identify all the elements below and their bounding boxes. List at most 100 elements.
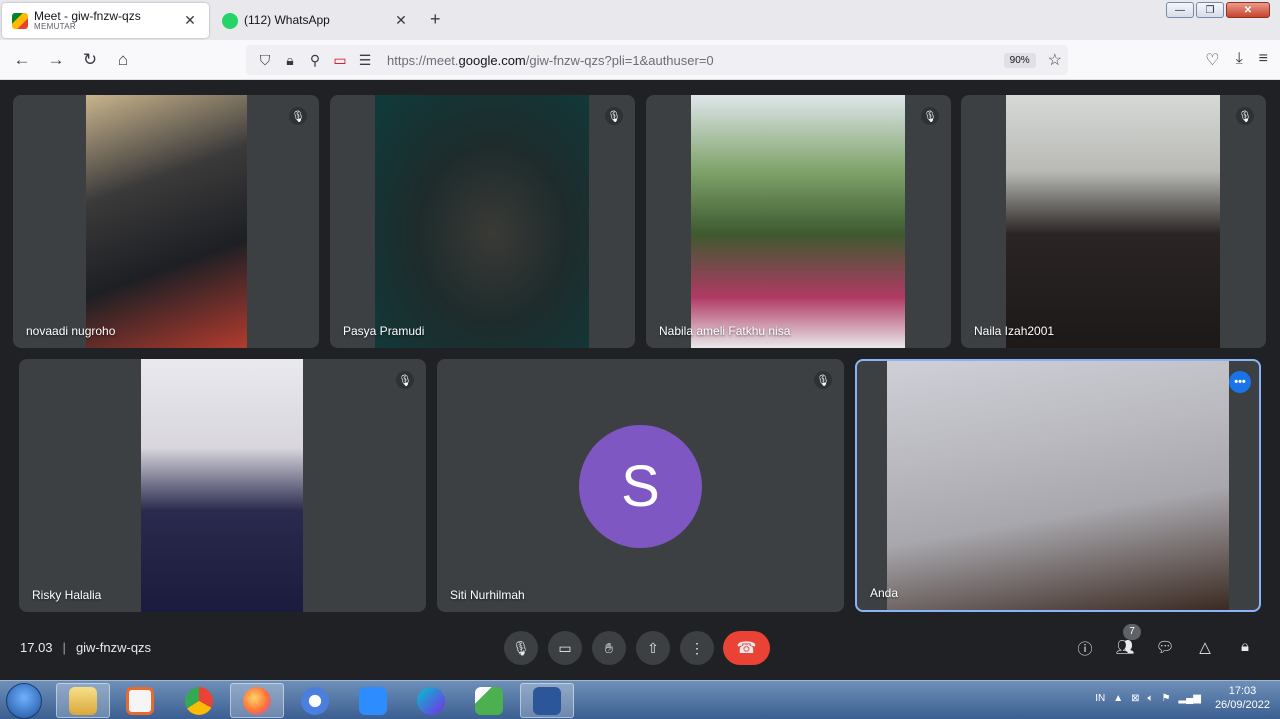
participant-name: Nabila ameli Fatkhu nisa [659,324,791,338]
participant-video [1006,95,1220,348]
window-controls: — ❐ ✕ [1166,2,1270,18]
media-player-icon [126,686,154,715]
hand-icon: ✋︎ [605,639,613,656]
meeting-separator: | [62,640,66,655]
zoom-icon [359,686,387,715]
new-tab-button[interactable]: + [430,9,441,30]
taskbar-media-player[interactable] [113,683,167,718]
taskbar-word[interactable] [520,683,574,718]
self-tile[interactable]: ••• Anda [855,359,1261,612]
canva-icon [417,686,445,715]
microphone-button[interactable]: 🎙︎ [504,631,538,665]
people-icon[interactable]: 👥︎ [1113,638,1137,660]
lock-icon[interactable]: 🔒︎ [279,52,301,69]
camera-button[interactable]: ▭ [548,631,582,665]
participant-video [86,95,247,348]
participant-name: Anda [870,586,899,600]
activities-icon[interactable]: △ [1193,638,1217,660]
app-icon [475,686,503,715]
mic-off-icon: 🎙︎ [605,107,623,125]
system-clock[interactable]: 17:03 26/09/2022 [1215,685,1270,713]
volume-icon[interactable]: 🔈︎ [1148,693,1154,704]
reload-button[interactable]: ↻ [79,50,101,70]
participant-tile[interactable]: 🎙︎ Pasya Pramudi [330,95,635,348]
participant-video [691,95,905,348]
participant-name: Naila Izah2001 [974,324,1055,338]
back-button[interactable]: ← [11,50,33,70]
tab-playing-label: MEMUTAR [34,21,76,31]
participant-video [375,95,589,348]
download-icon[interactable]: ⤓ [1236,50,1243,70]
reader-view-icon[interactable]: ☰ [354,52,376,69]
participant-avatar: S [579,425,702,548]
meet-control-bar: 17.03 | giw-fnzw-qzs 🎙︎ ▭ ✋︎ ⇧ ⋮ ☎︎ ⓘ 👥︎… [0,620,1280,676]
minimize-button[interactable]: — [1166,2,1194,18]
taskbar-app[interactable] [462,683,516,718]
meeting-code: giw-fnzw-qzs [75,640,152,655]
host-controls-icon[interactable]: 🔒︎ [1233,638,1257,660]
more-vert-icon: ⋮ [690,639,704,656]
close-tab-icon[interactable]: ✕ [181,12,199,29]
navigation-bar: ← → ↻ ⌂ ⛉ 🔒︎ ⚲ ▭ ☰ https://meet.google.c… [0,40,1280,80]
tab-whatsapp[interactable]: (112) WhatsApp ✕ [212,3,420,38]
mic-off-icon: 🎙︎ [1236,107,1254,125]
zoom-level[interactable]: 90% [1003,52,1036,68]
language-indicator[interactable]: IN [1095,693,1105,704]
participant-tile[interactable]: 🎙︎ Nabila ameli Fatkhu nisa [646,95,951,348]
mic-off-icon: 🎙︎ [814,371,832,389]
taskbar-explorer[interactable] [56,683,110,718]
browser-tab-strip: Meet - giw-fnzw-qzs MEMUTAR ✕ (112) What… [0,0,1280,40]
system-tray: IN ▲ ⊠ 🔈︎ ⚑ ▂▄▆ 17:03 26/09/2022 [1095,685,1270,713]
taskbar-chrome[interactable] [172,683,226,718]
folder-icon [69,686,97,715]
more-options-button[interactable]: ⋮ [680,631,714,665]
pocket-icon[interactable]: ♡ [1205,50,1219,70]
camera-sharing-icon[interactable]: ▭ [329,52,351,69]
clock-date: 26/09/2022 [1214,698,1270,711]
participant-name: Pasya Pramudi [343,324,425,338]
participant-tile[interactable]: S 🎙︎ Siti Nurhilmah [437,359,844,612]
bookmark-star-icon[interactable]: ☆ [1048,50,1062,70]
action-center-icon[interactable]: ⚑ [1162,693,1171,704]
clock-time: 17:03 [1228,685,1257,697]
chat-icon[interactable]: 💬︎ [1153,638,1177,660]
address-bar[interactable]: ⛉ 🔒︎ ⚲ ▭ ☰ https://meet.google.com/giw-f… [246,45,1068,75]
tray-expand-icon[interactable]: ▲ [1113,693,1123,704]
close-window-button[interactable]: ✕ [1226,2,1270,18]
leave-call-button[interactable]: ☎︎ [723,631,770,665]
tab-meet[interactable]: Meet - giw-fnzw-qzs MEMUTAR ✕ [2,3,209,38]
participant-tile[interactable]: 🎙︎ Risky Halalia [19,359,426,612]
restore-button[interactable]: ❐ [1196,2,1224,18]
taskbar-zoom[interactable] [346,683,400,718]
participant-name: novaadi nugroho [26,324,116,338]
signal-icon[interactable]: ▂▄▆ [1178,693,1200,704]
raise-hand-button[interactable]: ✋︎ [592,631,626,665]
meeting-info-icon[interactable]: ⓘ [1073,638,1097,660]
meet-favicon-icon [12,12,28,29]
hangup-icon: ☎︎ [736,640,757,657]
participant-tile[interactable]: 🎙︎ novaadi nugroho [13,95,319,348]
taskbar-firefox[interactable] [230,683,284,718]
close-tab-icon[interactable]: ✕ [392,12,410,29]
network-error-icon[interactable]: ⊠ [1131,693,1139,704]
forward-button[interactable]: → [45,50,67,70]
shield-icon[interactable]: ⛉ [254,52,276,69]
more-options-button[interactable]: ••• [1229,371,1251,393]
mic-off-icon: 🎙︎ [921,107,939,125]
meeting-details: 17.03 | giw-fnzw-qzs [20,640,151,655]
whatsapp-favicon-icon [222,12,238,29]
start-button[interactable] [6,683,42,719]
present-screen-button[interactable]: ⇧ [636,631,670,665]
participant-tile[interactable]: 🎙︎ Naila Izah2001 [961,95,1266,348]
taskbar-canva[interactable] [404,683,458,718]
word-icon [533,686,561,715]
windows-taskbar: IN ▲ ⊠ 🔈︎ ⚑ ▂▄▆ 17:03 26/09/2022 [0,680,1280,719]
menu-icon[interactable]: ≡ [1259,50,1268,70]
participant-name: Siti Nurhilmah [450,588,525,602]
chrome-icon [185,686,213,715]
url-text[interactable]: https://meet.google.com/giw-fnzw-qzs?pli… [387,53,1004,68]
taskbar-chromium[interactable] [288,683,342,718]
participant-count-badge: 7 [1123,624,1141,640]
permissions-icon[interactable]: ⚲ [304,52,326,69]
home-button[interactable]: ⌂ [112,50,134,70]
